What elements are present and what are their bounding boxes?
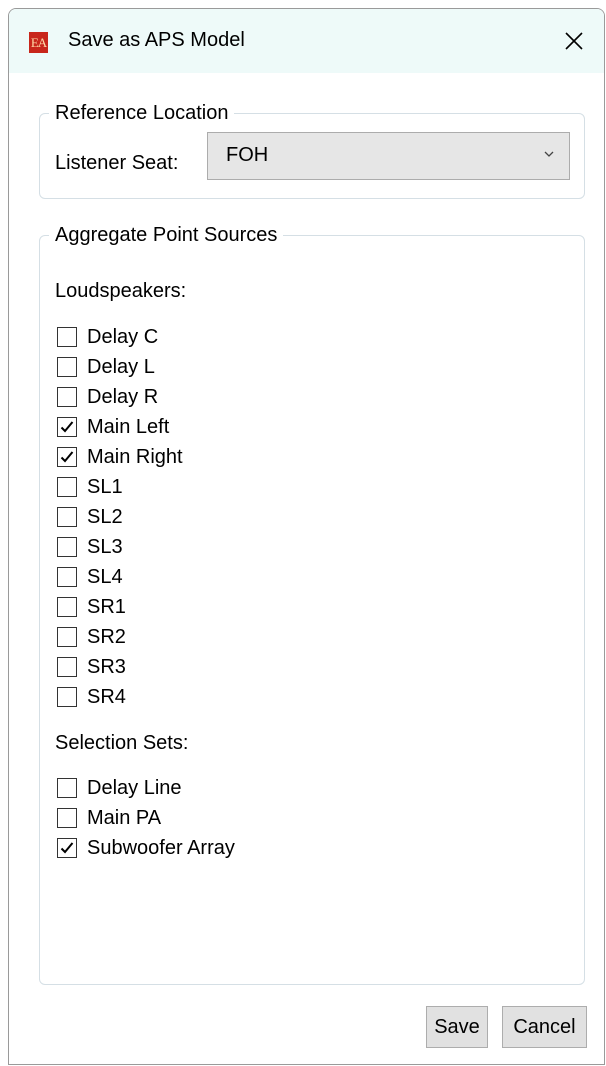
listener-seat-value: FOH [226, 144, 269, 166]
checkbox-label: SL1 [87, 475, 123, 498]
loudspeaker-item[interactable]: SR1 [57, 592, 183, 622]
close-icon [565, 32, 583, 50]
checkbox-label: Delay C [87, 325, 159, 348]
listener-seat-label: Listener Seat: [55, 152, 179, 174]
checkbox[interactable] [57, 687, 77, 707]
selection-set-item[interactable]: Main PA [57, 803, 235, 833]
title-bar[interactable]: EA Save as APS Model [9, 9, 604, 73]
loudspeaker-item[interactable]: Delay L [57, 352, 183, 382]
checkmark-icon [60, 842, 74, 854]
checkbox-label: SL4 [87, 565, 123, 588]
checkbox-label: SR3 [87, 655, 126, 678]
checkbox-label: Delay L [87, 355, 155, 378]
checkbox[interactable] [57, 387, 77, 407]
reference-location-legend: Reference Location [49, 100, 235, 126]
ea-logo-icon: EA [29, 32, 48, 53]
checkbox[interactable] [57, 447, 77, 467]
selection-set-item[interactable]: Delay Line [57, 773, 235, 803]
checkbox-label: SR2 [87, 625, 126, 648]
aggregate-point-sources-legend: Aggregate Point Sources [49, 222, 284, 248]
loudspeaker-item[interactable]: SR4 [57, 682, 183, 712]
checkmark-icon [60, 421, 74, 433]
checkbox-label: Main PA [87, 806, 162, 829]
loudspeaker-item[interactable]: SL4 [57, 562, 183, 592]
checkbox[interactable] [57, 357, 77, 377]
checkbox[interactable] [57, 567, 77, 587]
checkbox-label: SR4 [87, 685, 126, 708]
checkbox[interactable] [57, 327, 77, 347]
checkbox[interactable] [57, 477, 77, 497]
checkbox[interactable] [57, 808, 77, 828]
checkbox-label: Main Right [87, 445, 183, 468]
loudspeaker-item[interactable]: SL2 [57, 502, 183, 532]
checkbox-label: Subwoofer Array [87, 836, 235, 859]
chevron-down-icon [544, 151, 554, 157]
loudspeaker-item[interactable]: Main Right [57, 442, 183, 472]
checkbox-label: Delay Line [87, 776, 182, 799]
checkbox[interactable] [57, 417, 77, 437]
selection-set-item[interactable]: Subwoofer Array [57, 833, 235, 863]
save-button[interactable]: Save [426, 1006, 488, 1048]
checkbox[interactable] [57, 657, 77, 677]
dialog-title: Save as APS Model [68, 29, 245, 51]
loudspeaker-item[interactable]: Main Left [57, 412, 183, 442]
dialog-window: EA Save as APS Model Reference Location … [8, 8, 605, 1065]
checkbox-label: Main Left [87, 415, 170, 438]
checkbox[interactable] [57, 627, 77, 647]
checkbox[interactable] [57, 838, 77, 858]
checkbox[interactable] [57, 537, 77, 557]
loudspeaker-item[interactable]: Delay R [57, 382, 183, 412]
checkbox[interactable] [57, 507, 77, 527]
loudspeaker-item[interactable]: SR2 [57, 622, 183, 652]
close-button[interactable] [544, 9, 604, 73]
loudspeaker-item[interactable]: Delay C [57, 322, 183, 352]
selection-sets-label: Selection Sets: [55, 732, 189, 754]
loudspeaker-item[interactable]: SL3 [57, 532, 183, 562]
cancel-button[interactable]: Cancel [502, 1006, 587, 1048]
checkbox-label: SR1 [87, 595, 126, 618]
loudspeaker-item[interactable]: SL1 [57, 472, 183, 502]
listener-seat-dropdown[interactable]: FOH [207, 132, 570, 180]
checkbox-label: SL3 [87, 535, 123, 558]
checkbox-label: SL2 [87, 505, 123, 528]
loudspeaker-item[interactable]: SR3 [57, 652, 183, 682]
checkmark-icon [60, 451, 74, 463]
checkbox[interactable] [57, 778, 77, 798]
aggregate-point-sources-group: Aggregate Point Sources Loudspeakers: De… [39, 222, 585, 985]
loudspeakers-label: Loudspeakers: [55, 280, 187, 302]
reference-location-group: Reference Location Listener Seat: FOH [39, 100, 585, 199]
loudspeaker-list: Delay C Delay L Delay R Main Left Main Right… [57, 322, 183, 712]
selection-set-list: Delay Line Main PA Subwoofer Array [57, 773, 235, 863]
checkbox[interactable] [57, 597, 77, 617]
checkbox-label: Delay R [87, 385, 159, 408]
